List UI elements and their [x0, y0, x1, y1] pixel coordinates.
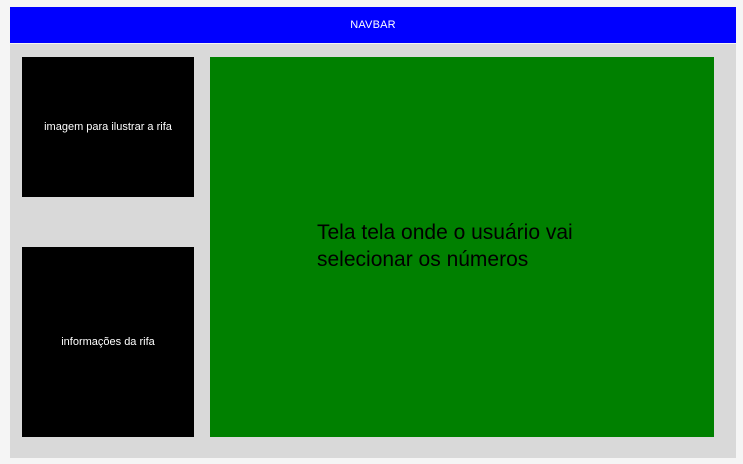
number-selection-text: Tela tela onde o usuário vai selecionar …	[317, 221, 573, 271]
raffle-image-placeholder: imagem para ilustrar a rifa	[22, 57, 194, 197]
raffle-image-label: imagem para ilustrar a rifa	[44, 121, 172, 133]
content-area: imagem para ilustrar a rifa informações …	[10, 44, 736, 458]
navbar: NAVBAR	[10, 7, 736, 43]
navbar-label: NAVBAR	[350, 19, 396, 31]
raffle-info-label: informações da rifa	[61, 336, 155, 348]
raffle-info-panel: informações da rifa	[22, 247, 194, 437]
number-selection-panel[interactable]: Tela tela onde o usuário vai selecionar …	[210, 57, 714, 437]
